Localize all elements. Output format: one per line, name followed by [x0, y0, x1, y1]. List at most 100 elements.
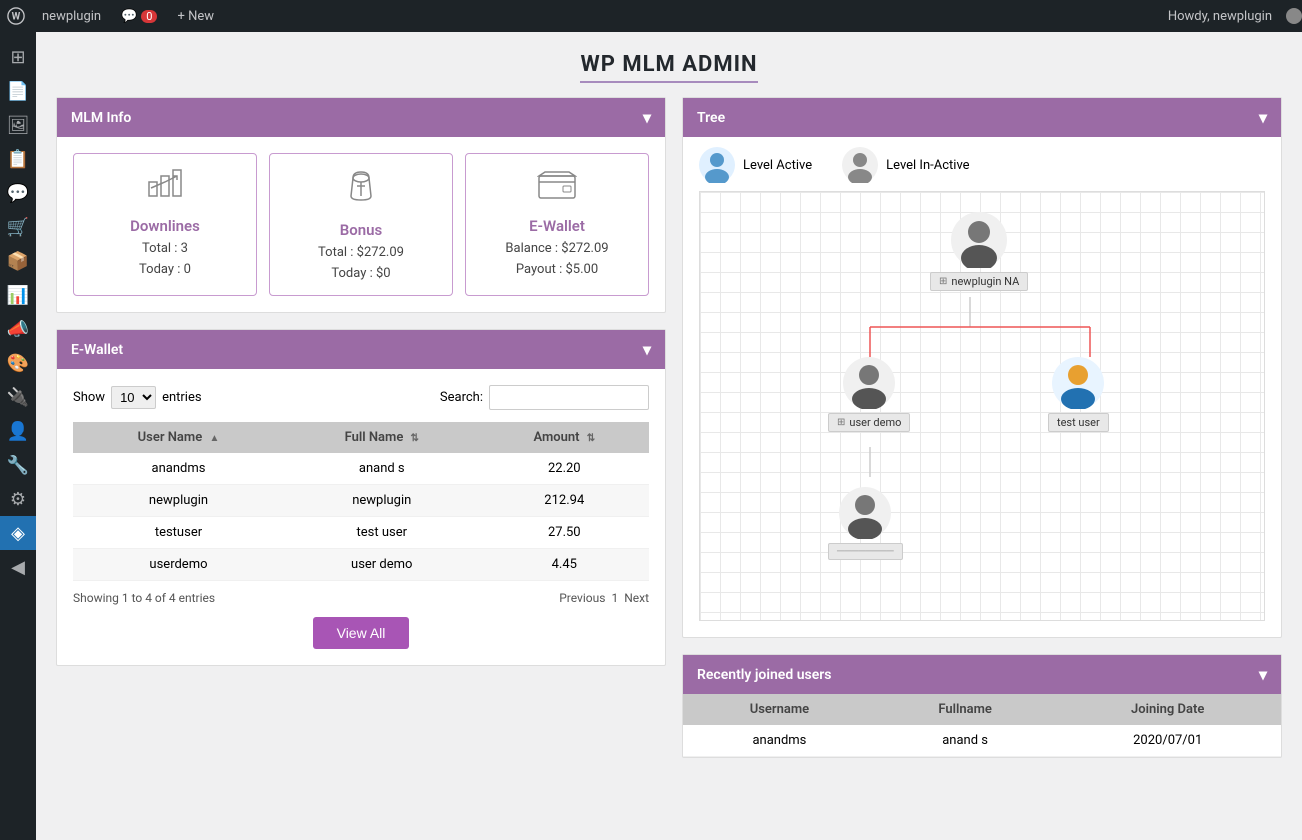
- search-input[interactable]: [489, 385, 649, 410]
- col-amount[interactable]: Amount ⇅: [480, 422, 649, 453]
- comments-count: 0: [141, 10, 157, 23]
- legend-inactive: Level In-Active: [842, 147, 969, 183]
- col-fullname[interactable]: Full Name ⇅: [284, 422, 480, 453]
- legend-active-label: Level Active: [743, 158, 812, 173]
- user-avatar: [1286, 8, 1302, 24]
- recently-joined-panel: Recently joined users ▾ Username Fullnam…: [682, 654, 1282, 758]
- ewallet-chevron[interactable]: ▾: [643, 340, 651, 359]
- root-node-label: ⊞ newplugin NA: [930, 272, 1028, 291]
- showing-info: Showing 1 to 4 of 4 entries: [73, 591, 215, 605]
- ewallet-card[interactable]: E-Wallet Balance : $272.09 Payout : $5.0…: [465, 153, 649, 296]
- comments-link[interactable]: 💬 0: [111, 0, 167, 32]
- ewallet-title: E-Wallet: [529, 217, 585, 235]
- main-content: WP MLM ADMIN MLM Info ▾: [36, 32, 1302, 840]
- legend-active-avatar: [699, 147, 735, 183]
- search-label: Search:: [440, 390, 483, 405]
- downlines-title: Downlines: [130, 217, 200, 235]
- ewallet-balance: Balance : $272.09: [505, 241, 608, 256]
- sidebar-item-dashboard[interactable]: ⊞: [0, 40, 36, 74]
- cell-amount: 22.20: [480, 453, 649, 485]
- rj-col-username: Username: [683, 694, 876, 725]
- left-column: MLM Info ▾: [56, 97, 666, 774]
- wp-logo[interactable]: W: [0, 0, 32, 32]
- cell-date: 2020/07/01: [1054, 725, 1281, 757]
- sidebar-item-users[interactable]: 👤: [0, 414, 36, 448]
- sidebar-item-media[interactable]: 🖼: [0, 108, 36, 142]
- recently-joined-chevron[interactable]: ▾: [1259, 665, 1267, 684]
- right-column: Tree ▾ Level Active: [682, 97, 1282, 774]
- page-number[interactable]: 1: [611, 591, 618, 605]
- ewallet-header: E-Wallet ▾: [57, 330, 665, 369]
- tree-chevron[interactable]: ▾: [1259, 108, 1267, 127]
- ewallet-panel: E-Wallet ▾ Show 10 25 50 entries Search:: [56, 329, 666, 666]
- tree-node-root[interactable]: ⊞ newplugin NA: [930, 212, 1028, 291]
- table-row: userdemo user demo 4.45: [73, 549, 649, 581]
- recently-joined-title: Recently joined users: [697, 667, 831, 683]
- sidebar-item-comments[interactable]: 💬: [0, 176, 36, 210]
- sidebar-item-pages[interactable]: 📋: [0, 142, 36, 176]
- admin-bar: W newplugin 💬 0 + New Howdy, newplugin: [0, 0, 1302, 32]
- sidebar-item-analytics[interactable]: 📊: [0, 278, 36, 312]
- mlm-info-panel: MLM Info ▾: [56, 97, 666, 313]
- sidebar-item-collapse[interactable]: ◀: [0, 550, 36, 584]
- sidebar-item-appearance[interactable]: 🎨: [0, 346, 36, 380]
- show-entries-select[interactable]: 10 25 50: [111, 386, 156, 409]
- table-row: anandms anand s 22.20: [73, 453, 649, 485]
- sort-username-icon: ▲: [209, 433, 219, 444]
- ewallet-section-title: E-Wallet: [71, 342, 123, 358]
- tree-node-child2[interactable]: test user: [1048, 357, 1109, 432]
- search-area: Search:: [440, 385, 649, 410]
- comment-icon: 💬: [121, 9, 137, 24]
- svg-text:W: W: [12, 12, 21, 23]
- cell-amount: 212.94: [480, 485, 649, 517]
- ewallet-icon: [537, 168, 577, 207]
- table-controls-top: Show 10 25 50 entries Search:: [73, 385, 649, 410]
- prev-page[interactable]: Previous: [559, 591, 605, 605]
- rj-col-date: Joining Date: [1054, 694, 1281, 725]
- pagination: Previous 1 Next: [559, 591, 649, 605]
- site-name[interactable]: newplugin: [32, 0, 111, 32]
- downlines-card[interactable]: Downlines Total : 3 Today : 0: [73, 153, 257, 296]
- cell-fullname: newplugin: [284, 485, 480, 517]
- ewallet-table: User Name ▲ Full Name ⇅ Amount ⇅: [73, 422, 649, 581]
- tree-node-grandchild[interactable]: ────────: [828, 487, 903, 560]
- sort-amount-icon: ⇅: [587, 433, 595, 444]
- sidebar-item-tools[interactable]: 🔧: [0, 448, 36, 482]
- bonus-total: Total : $272.09: [318, 245, 404, 260]
- mlm-info-header: MLM Info ▾: [57, 98, 665, 137]
- mlm-cards: Downlines Total : 3 Today : 0: [73, 153, 649, 296]
- tree-canvas: ⊞ newplugin NA ⊞ user demo: [699, 191, 1265, 621]
- downlines-total: Total : 3: [142, 241, 188, 256]
- tree-node-child1[interactable]: ⊞ user demo: [828, 357, 910, 432]
- col-username[interactable]: User Name ▲: [73, 422, 284, 453]
- cell-username: anandms: [73, 453, 284, 485]
- table-controls-bottom: Showing 1 to 4 of 4 entries Previous 1 N…: [73, 591, 649, 605]
- legend-active: Level Active: [699, 147, 812, 183]
- sidebar-item-settings[interactable]: ⚙: [0, 482, 36, 516]
- sidebar-item-posts[interactable]: 📄: [0, 74, 36, 108]
- cell-fullname: user demo: [284, 549, 480, 581]
- view-all-button[interactable]: View All: [313, 617, 410, 649]
- sidebar-item-mlm[interactable]: ◈: [0, 516, 36, 550]
- mlm-info-body: Downlines Total : 3 Today : 0: [57, 137, 665, 312]
- tree-legend: Level Active Level In-Active: [699, 147, 1265, 183]
- sidebar-item-marketing[interactable]: 📣: [0, 312, 36, 346]
- rj-col-fullname: Fullname: [876, 694, 1055, 725]
- next-page[interactable]: Next: [624, 591, 649, 605]
- mlm-info-chevron[interactable]: ▾: [643, 108, 651, 127]
- table-row: newplugin newplugin 212.94: [73, 485, 649, 517]
- legend-inactive-avatar: [842, 147, 878, 183]
- howdy-text[interactable]: Howdy, newplugin: [1158, 9, 1282, 24]
- ewallet-payout: Payout : $5.00: [516, 262, 598, 277]
- new-content-link[interactable]: + New: [167, 0, 224, 32]
- cell-username: newplugin: [73, 485, 284, 517]
- sidebar-item-products[interactable]: 📦: [0, 244, 36, 278]
- show-label: Show: [73, 390, 105, 405]
- grid-icon: ⊞: [939, 276, 947, 287]
- sidebar-item-plugins[interactable]: 🔌: [0, 380, 36, 414]
- cell-username: userdemo: [73, 549, 284, 581]
- cell-fullname: anand s: [284, 453, 480, 485]
- sidebar-item-woo[interactable]: 🛒: [0, 210, 36, 244]
- grid-icon-child1: ⊞: [837, 417, 845, 428]
- bonus-card[interactable]: Bonus Total : $272.09 Today : $0: [269, 153, 453, 296]
